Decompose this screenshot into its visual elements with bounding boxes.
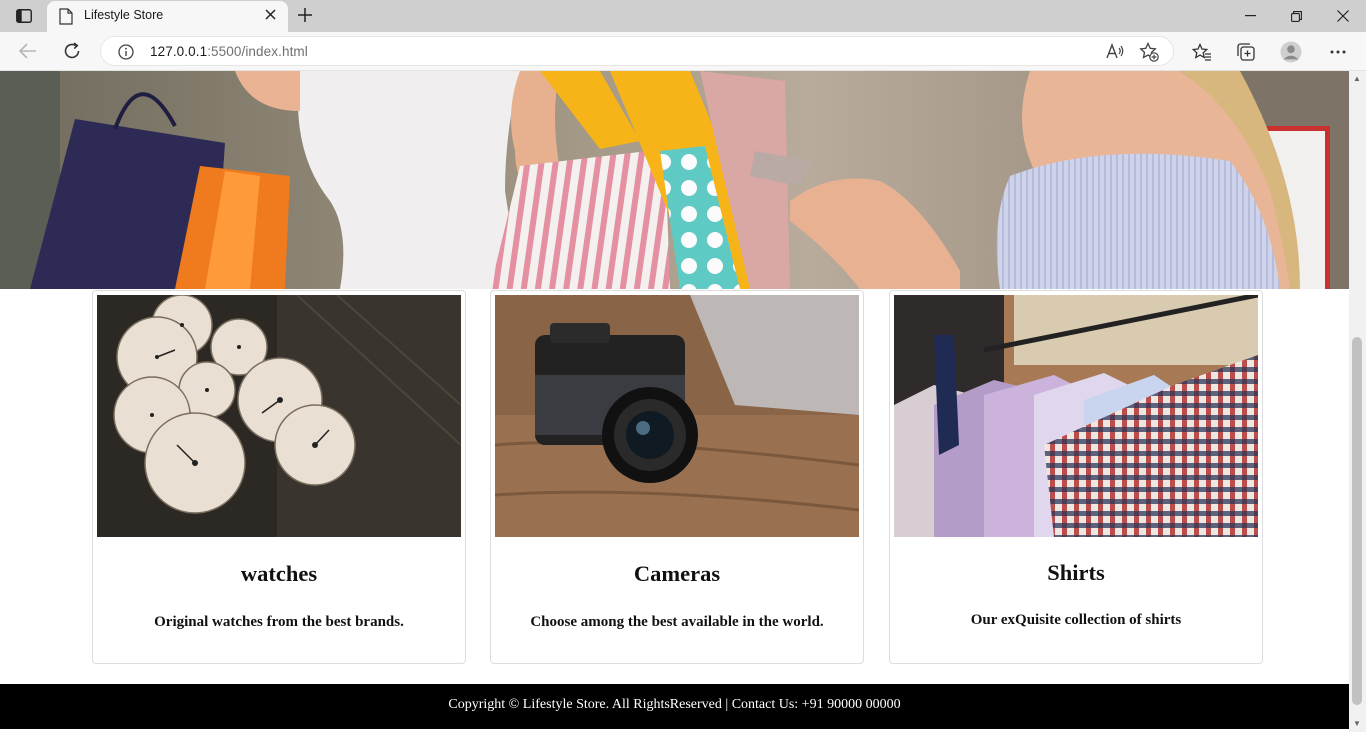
scroll-up-button[interactable]: ▲ xyxy=(1353,74,1361,83)
tab-sidebar-icon xyxy=(16,9,32,23)
collections-icon xyxy=(1237,43,1255,61)
settings-menu-button[interactable] xyxy=(1327,41,1349,63)
shirts-image xyxy=(894,295,1258,537)
star-plus-icon[interactable] xyxy=(1139,42,1159,62)
minimize-button[interactable] xyxy=(1227,0,1273,32)
address-toolbar: 127.0.0.1:5500/index.html xyxy=(0,32,1366,71)
close-icon xyxy=(1337,10,1349,22)
plus-icon xyxy=(298,8,312,22)
footer: Copyright © Lifestyle Store. All RightsR… xyxy=(0,684,1349,729)
product-card-cameras[interactable]: Cameras Choose among the best available … xyxy=(490,290,864,664)
restore-icon xyxy=(1290,10,1302,22)
window-close-button[interactable] xyxy=(1320,0,1366,32)
page-scrollbar[interactable]: ▲ ▼ xyxy=(1349,71,1366,732)
reload-icon xyxy=(64,42,80,59)
url-host: 127.0.0.1 xyxy=(150,44,208,59)
footer-copyright: Copyright © Lifestyle Store. All RightsR… xyxy=(448,697,901,712)
card-title: watches xyxy=(240,561,318,586)
product-card-watches[interactable]: watches Original watches from the best b… xyxy=(92,290,466,664)
card-description: Original watches from the best brands. xyxy=(154,614,404,630)
hero-banner-image xyxy=(0,71,1349,289)
url-path: :5500/index.html xyxy=(207,44,308,59)
back-button[interactable] xyxy=(16,40,40,62)
collections-button[interactable] xyxy=(1235,41,1257,63)
address-bar[interactable]: 127.0.0.1:5500/index.html xyxy=(100,36,1174,66)
reload-button[interactable] xyxy=(60,40,84,62)
watches-image xyxy=(97,295,461,537)
active-tab[interactable]: Lifestyle Store xyxy=(47,1,288,32)
card-description: Choose among the best available in the w… xyxy=(530,614,824,630)
favorites-icon xyxy=(1192,43,1211,61)
more-icon xyxy=(1330,50,1346,54)
new-tab-button[interactable] xyxy=(294,5,316,27)
back-arrow-icon xyxy=(19,43,36,59)
restore-button[interactable] xyxy=(1273,0,1319,32)
close-icon xyxy=(264,9,276,20)
url-text[interactable]: 127.0.0.1:5500/index.html xyxy=(150,44,308,59)
favorites-button[interactable] xyxy=(1191,41,1213,63)
card-description: Our exQuisite collection of shirts xyxy=(970,612,1182,628)
product-card-shirts[interactable]: Shirts Our exQuisite collection of shirt… xyxy=(889,290,1263,664)
tab-title: Lifestyle Store xyxy=(84,8,164,22)
page-viewport: watches Original watches from the best b… xyxy=(0,71,1349,732)
card-title: Shirts xyxy=(1047,560,1105,585)
minimize-icon xyxy=(1244,15,1256,17)
tab-actions-button[interactable] xyxy=(12,6,36,26)
tab-close-button[interactable] xyxy=(262,7,278,25)
read-aloud-icon[interactable] xyxy=(1105,42,1125,62)
page-icon xyxy=(59,8,73,25)
info-icon[interactable] xyxy=(118,44,134,60)
scroll-down-button[interactable]: ▼ xyxy=(1353,719,1361,728)
cameras-image xyxy=(495,295,859,537)
tab-strip: Lifestyle Store xyxy=(0,0,1366,32)
scrollbar-thumb[interactable] xyxy=(1352,337,1362,705)
profile-icon xyxy=(1280,41,1302,63)
card-title: Cameras xyxy=(633,561,721,586)
profile-button[interactable] xyxy=(1280,41,1302,63)
